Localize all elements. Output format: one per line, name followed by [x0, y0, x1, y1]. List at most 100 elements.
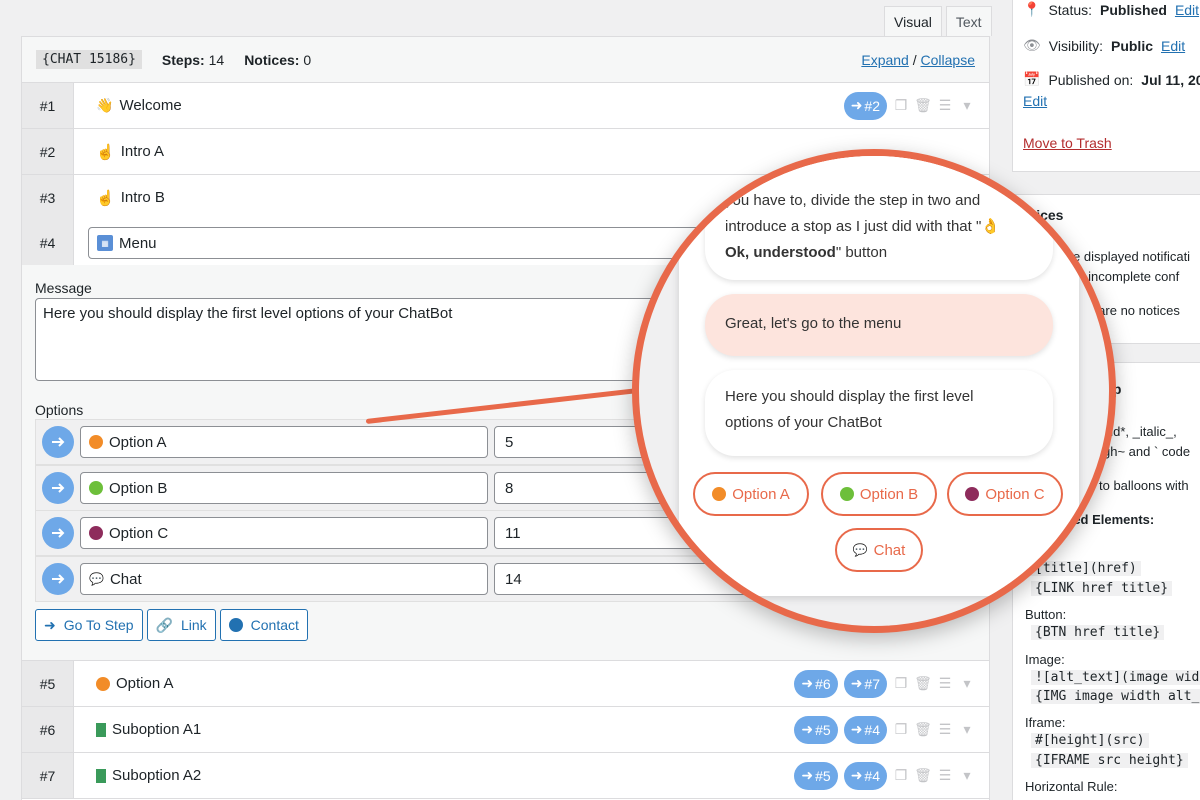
- bot-message-text: introduce a stop as I just did with that…: [725, 218, 982, 235]
- published-label: Published on:: [1048, 71, 1134, 88]
- step-row[interactable]: #1 👋 Welcome ➜ #2 ❐ 🗑 ☰ ▾: [22, 83, 989, 129]
- step-title: Suboption A1: [74, 721, 201, 738]
- move-to-trash-link[interactable]: Move to Trash: [1023, 135, 1112, 151]
- trash-icon[interactable]: 🗑: [914, 767, 932, 784]
- published-value: Jul 11, 20: [1141, 71, 1200, 88]
- step-title-text: Option A: [116, 675, 174, 692]
- step-link-text: #5: [815, 721, 831, 738]
- option-c-chip[interactable]: Option C: [947, 472, 1063, 516]
- option-label-input[interactable]: Option B: [80, 472, 488, 504]
- orange-icon: [89, 435, 103, 449]
- orange-icon: [96, 676, 110, 691]
- drag-handle-icon[interactable]: ☰: [937, 767, 953, 784]
- notices-value: 0: [303, 51, 312, 68]
- published-edit-link[interactable]: Edit: [1023, 93, 1047, 109]
- green-apple-icon: [839, 487, 854, 501]
- chat-chip[interactable]: 💬 Chat: [835, 528, 923, 572]
- step-actions: ➜ #6 ➜ #7 ❐ 🗑 ☰ ▾: [794, 669, 989, 698]
- arrow-right-icon[interactable]: [42, 563, 74, 595]
- step-link-pill[interactable]: ➜ #4: [843, 761, 887, 790]
- trash-icon[interactable]: 🗑: [914, 97, 932, 114]
- step-title: ☝ Intro B: [74, 189, 165, 207]
- option-label-text: Chat: [109, 570, 142, 588]
- option-label-input[interactable]: 💬 Chat: [80, 563, 488, 595]
- chat-preview: you have to, divide the step in two and …: [679, 156, 1079, 596]
- step-link-pill[interactable]: ➜ #5: [794, 715, 838, 744]
- image-label: Image:: [1025, 652, 1065, 667]
- copy-icon[interactable]: ❐: [893, 767, 909, 784]
- arrow-right-icon[interactable]: [42, 517, 74, 549]
- go-to-step-button[interactable]: ➜ Go To Step: [35, 609, 143, 641]
- iframe-code: {IFRAME src height}: [1031, 753, 1188, 768]
- contact-button[interactable]: Contact: [219, 609, 308, 641]
- drag-handle-icon[interactable]: ☰: [937, 97, 953, 114]
- step-link-pill[interactable]: ➜ #2: [843, 91, 887, 120]
- step-title-text: Intro A: [120, 143, 165, 160]
- help-text: gh~ and ` code: [1103, 444, 1191, 459]
- notices-count: Notices: 0: [244, 52, 311, 68]
- expand-link[interactable]: Expand: [861, 52, 908, 68]
- option-a-chip[interactable]: Option A: [693, 472, 809, 516]
- green-apple-icon: [89, 481, 103, 495]
- drag-handle-icon[interactable]: ☰: [937, 721, 953, 738]
- drag-handle-icon[interactable]: ☰: [937, 675, 953, 692]
- speech-bubble-icon: 💬: [89, 572, 104, 586]
- step-title: ☝ Intro A: [74, 143, 164, 161]
- step-number: #2: [22, 129, 74, 174]
- iframe-label: Iframe:: [1025, 715, 1066, 730]
- tab-text[interactable]: Text: [945, 6, 992, 36]
- step-row[interactable]: #6 Suboption A1 ➜ #5 ➜ #4 ❐ 🗑 ☰ ▾: [22, 707, 989, 753]
- step-actions: ➜ #2 ❐ 🗑 ☰ ▾: [843, 91, 989, 120]
- chevron-down-icon[interactable]: ▾: [959, 97, 975, 114]
- step-row[interactable]: #5 Option A ➜ #6 ➜ #7 ❐ 🗑 ☰ ▾: [22, 661, 989, 707]
- step-link-pill[interactable]: ➜ #7: [843, 669, 887, 698]
- page: Visual Text {CHAT 15186} Steps: 14 Notic…: [0, 0, 1200, 800]
- add-option-buttons: ➜ Go To Step 🔗 Link Contact: [35, 609, 308, 641]
- chevron-down-icon[interactable]: ▾: [959, 675, 975, 692]
- whatsapp-icon: [228, 618, 243, 632]
- step-link-text: #2: [864, 97, 880, 114]
- trash-icon[interactable]: 🗑: [914, 721, 932, 738]
- step-title-text: Menu: [119, 234, 157, 252]
- bot-message-text: " button: [835, 244, 888, 261]
- step-title: Suboption A2: [74, 767, 201, 784]
- arrow-right-icon: ➜: [850, 721, 863, 737]
- chevron-down-icon[interactable]: ▾: [959, 721, 975, 738]
- step-title: 👋 Welcome: [74, 97, 182, 114]
- orange-icon: [712, 487, 727, 501]
- option-label-input[interactable]: Option C: [80, 517, 488, 549]
- copy-icon[interactable]: ❐: [893, 675, 909, 692]
- bot-message-line: Here you should display the first level: [725, 388, 974, 405]
- help-text: to balloons with: [1099, 478, 1189, 493]
- link-button[interactable]: 🔗 Link: [146, 609, 216, 641]
- collapse-link[interactable]: Collapse: [921, 52, 975, 68]
- steps-label: Steps:: [161, 51, 205, 68]
- step-link-pill[interactable]: ➜ #6: [794, 669, 838, 698]
- status-edit-link[interactable]: Edit: [1175, 2, 1199, 18]
- bot-message-bold: Ok, understood: [725, 244, 836, 261]
- option-b-chip[interactable]: Option B: [821, 472, 937, 516]
- hr-label: Horizontal Rule:: [1025, 779, 1118, 794]
- option-label-input[interactable]: Option A: [80, 426, 488, 458]
- pointing-hand-icon: ☝: [96, 143, 115, 161]
- step-row[interactable]: #7 Suboption A2 ➜ #5 ➜ #4 ❐ 🗑 ☰ ▾: [22, 753, 989, 799]
- calendar-icon: 📅: [1023, 71, 1041, 87]
- arrow-right-icon: ➜: [801, 721, 814, 737]
- arrow-right-icon[interactable]: [42, 472, 74, 504]
- arrow-right-icon[interactable]: [42, 426, 74, 458]
- chevron-down-icon[interactable]: ▾: [959, 767, 975, 784]
- arrow-right-icon: ➜: [801, 767, 814, 783]
- arrow-right-icon: ➜: [850, 675, 863, 691]
- trash-icon[interactable]: 🗑: [914, 675, 932, 692]
- tab-visual[interactable]: Visual: [884, 6, 942, 36]
- option-label-text: Option B: [109, 479, 168, 497]
- copy-icon[interactable]: ❐: [893, 721, 909, 738]
- visibility-edit-link[interactable]: Edit: [1161, 38, 1185, 54]
- step-link-pill[interactable]: ➜ #5: [794, 761, 838, 790]
- visibility-value: Public: [1110, 37, 1153, 54]
- editor-toolbar: {CHAT 15186} Steps: 14 Notices: 0 Expand…: [22, 37, 989, 83]
- copy-icon[interactable]: ❐: [893, 97, 909, 114]
- step-link-pill[interactable]: ➜ #4: [843, 715, 887, 744]
- step-link-text: #4: [864, 767, 880, 784]
- chat-preview-magnifier: you have to, divide the step in two and …: [632, 149, 1116, 633]
